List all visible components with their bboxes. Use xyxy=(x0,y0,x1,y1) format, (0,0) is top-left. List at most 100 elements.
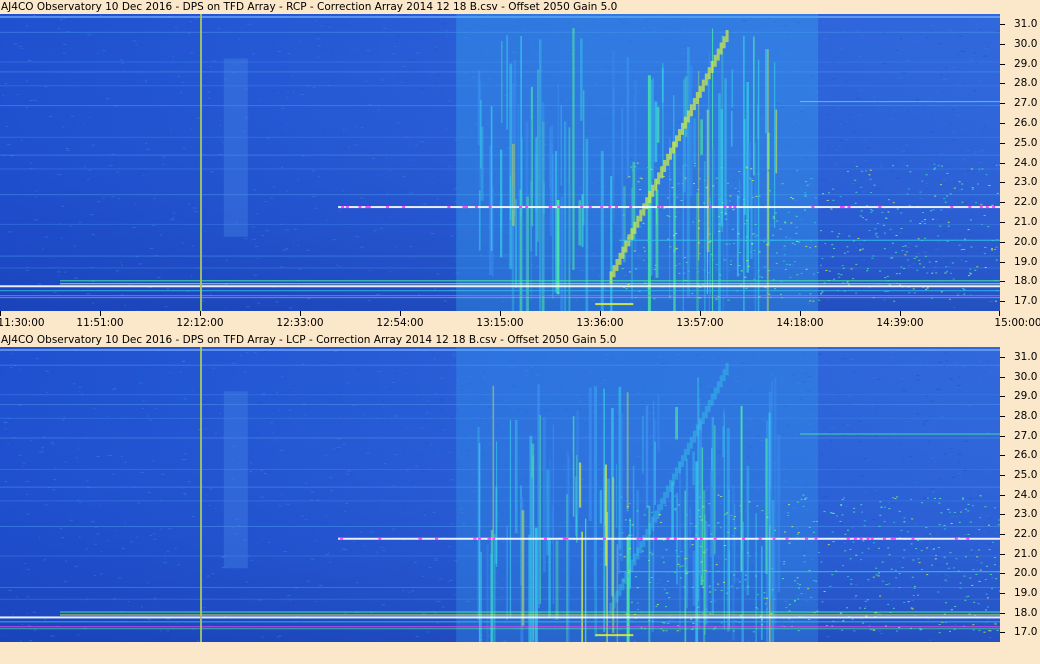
speckle xyxy=(639,226,642,228)
faint-column xyxy=(223,391,248,569)
speckle xyxy=(847,576,849,578)
rcp-spectrogram[interactable] xyxy=(0,14,1000,311)
speckle xyxy=(900,266,903,268)
speckle xyxy=(626,506,629,508)
speckle xyxy=(797,532,800,534)
storm-streak xyxy=(704,161,706,311)
y-tick-mark xyxy=(1000,122,1005,124)
speckle xyxy=(971,188,974,190)
speckle xyxy=(712,259,715,261)
time-axis: 11:30:00 11:51:00 12:12:00 12:33:00 12:54:00… xyxy=(0,311,1040,333)
speckle xyxy=(926,272,929,274)
y-tick-label: 24.0 xyxy=(1014,156,1038,169)
y-tick-mark xyxy=(1000,474,1005,476)
rfi-dot xyxy=(853,537,857,540)
storm-arc xyxy=(683,116,687,129)
speckle xyxy=(764,603,767,605)
speckle xyxy=(958,521,961,523)
speckle xyxy=(724,514,727,516)
storm-arc xyxy=(716,48,720,61)
speckle xyxy=(779,293,782,295)
storm-streak xyxy=(555,540,559,620)
speckle xyxy=(877,575,880,577)
speckle xyxy=(878,547,880,549)
speckle xyxy=(698,253,701,254)
speckle xyxy=(627,578,630,580)
speckle xyxy=(738,171,741,172)
rfi-dot xyxy=(488,537,492,540)
storm-streak xyxy=(678,462,682,632)
storm-arc xyxy=(686,442,690,455)
storm-streak xyxy=(581,531,583,642)
speckle xyxy=(839,613,842,615)
speckle xyxy=(642,247,645,249)
speckle xyxy=(864,600,867,602)
speckle xyxy=(971,187,974,188)
speckle xyxy=(707,228,710,230)
storm-arc xyxy=(648,191,652,203)
speckle xyxy=(808,570,811,571)
storm-arc xyxy=(695,92,699,104)
speckle xyxy=(917,539,920,541)
rfi-line xyxy=(0,295,1000,297)
speckle xyxy=(691,544,694,546)
speckle xyxy=(937,591,940,593)
lcp-spectrogram[interactable] xyxy=(0,347,1000,642)
speckle xyxy=(830,208,833,210)
speckle xyxy=(774,288,776,290)
storm-arc xyxy=(612,596,616,609)
speckle xyxy=(881,580,884,582)
speckle xyxy=(784,531,786,533)
speckle xyxy=(888,554,891,556)
x-tick-label: 12:54:00 xyxy=(376,317,424,329)
speckle xyxy=(864,607,866,609)
speckle xyxy=(869,178,872,180)
rfi-dot xyxy=(657,206,661,209)
speckle xyxy=(839,520,842,522)
speckle xyxy=(754,224,757,225)
speckle xyxy=(850,579,853,580)
speckle xyxy=(866,270,869,272)
rfi-dot xyxy=(654,537,658,540)
speckle xyxy=(898,587,901,588)
speckle xyxy=(984,506,987,508)
storm-arc xyxy=(701,412,705,425)
speckle xyxy=(649,582,652,583)
speckle xyxy=(884,232,886,234)
storm-streak xyxy=(707,73,709,178)
speckle xyxy=(746,586,749,588)
speckle xyxy=(996,192,999,194)
speckle xyxy=(843,497,845,499)
speckle xyxy=(795,215,798,217)
storm-streak xyxy=(632,465,635,562)
speckle xyxy=(791,526,794,528)
speckle xyxy=(780,281,783,283)
speckle xyxy=(888,284,891,286)
speckle xyxy=(751,243,754,244)
rfi-dot xyxy=(588,206,592,209)
speckle xyxy=(885,218,888,219)
storm-arc xyxy=(695,424,699,437)
storm-arc xyxy=(612,265,616,278)
speckle xyxy=(729,264,732,265)
speckle xyxy=(785,607,788,609)
storm-streak xyxy=(621,107,624,259)
storm-arc xyxy=(681,122,684,135)
rfi-dot xyxy=(447,206,451,209)
storm-streak xyxy=(486,544,489,642)
speckle xyxy=(831,231,834,233)
speckle xyxy=(797,630,800,632)
rfi-dot xyxy=(492,537,496,540)
speckle xyxy=(766,244,768,246)
speckle xyxy=(866,599,869,601)
rfi-dot xyxy=(386,206,389,209)
storm-arc xyxy=(630,228,634,241)
y-tick-mark xyxy=(1000,182,1005,184)
rfi-dot xyxy=(565,537,569,540)
storm-arc xyxy=(686,110,690,123)
storm-streak xyxy=(745,114,747,197)
speckle xyxy=(884,291,887,293)
speckle xyxy=(925,288,928,290)
speckle xyxy=(767,243,770,245)
storm-arc xyxy=(615,259,619,271)
